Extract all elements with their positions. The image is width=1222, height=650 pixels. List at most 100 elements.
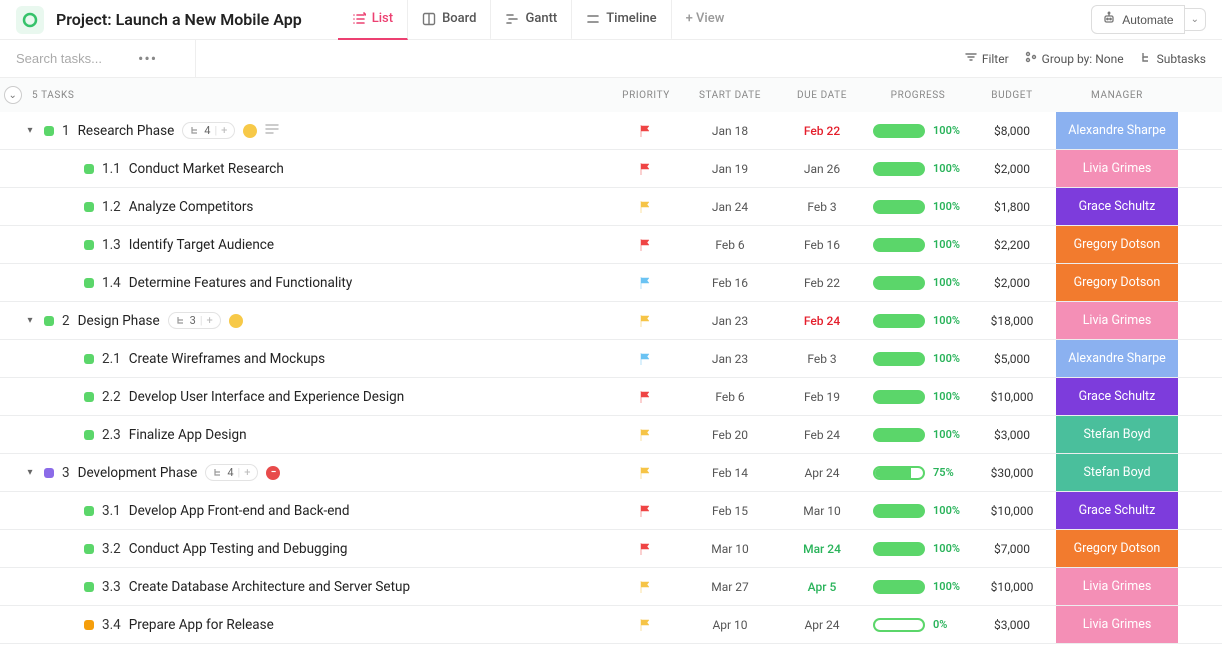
plus-icon[interactable]: + [244,466,250,479]
manager-cell[interactable]: Grace Schultz [1056,378,1178,415]
plus-icon[interactable]: + [221,124,227,137]
status-square[interactable] [84,278,94,288]
budget-cell[interactable]: $1,800 [968,200,1056,214]
view-tab-timeline[interactable]: Timeline [572,0,671,40]
budget-cell[interactable]: $5,000 [968,352,1056,366]
status-square[interactable] [84,392,94,402]
priority-cell[interactable] [608,276,684,290]
subtask-count-pill[interactable]: 4|+ [182,122,235,139]
status-square[interactable] [84,240,94,250]
priority-cell[interactable] [608,580,684,594]
status-square[interactable] [84,430,94,440]
toolbar-subtasks[interactable]: Subtasks [1140,51,1206,66]
task-name[interactable]: Determine Features and Functionality [129,275,352,291]
priority-cell[interactable] [608,428,684,442]
caret-down-icon[interactable]: ▾ [24,125,36,136]
view-tab-board[interactable]: Board [408,0,491,40]
priority-cell[interactable] [608,314,684,328]
col-budget[interactable]: BUDGET [968,90,1056,101]
progress-cell[interactable]: 75% [868,466,968,480]
manager-cell[interactable]: Alexandre Sharpe [1056,340,1178,377]
budget-cell[interactable]: $3,000 [968,618,1056,632]
priority-cell[interactable] [608,200,684,214]
budget-cell[interactable]: $10,000 [968,580,1056,594]
budget-cell[interactable]: $10,000 [968,504,1056,518]
col-due[interactable]: DUE DATE [776,90,868,101]
automate-dropdown[interactable]: ⌄ [1185,8,1206,31]
task-row[interactable]: 2.1Create Wireframes and Mockups Jan 23F… [0,340,1222,378]
status-square[interactable] [44,468,54,478]
task-name[interactable]: Research Phase [78,123,175,139]
progress-cell[interactable]: 100% [868,276,968,290]
manager-cell[interactable]: Gregory Dotson [1056,264,1178,301]
due-date[interactable]: Feb 3 [776,200,868,214]
task-row[interactable]: ▾3Development Phase4|+− Feb 14Apr 2475%$… [0,454,1222,492]
budget-cell[interactable]: $7,000 [968,542,1056,556]
start-date[interactable]: Feb 14 [684,466,776,480]
col-manager[interactable]: MANAGER [1056,90,1178,101]
task-name[interactable]: Prepare App for Release [129,617,274,633]
task-name[interactable]: Finalize App Design [129,427,247,443]
toolbar-group-by[interactable]: Group by: None [1025,51,1124,66]
toolbar-filter[interactable]: Filter [965,51,1009,66]
task-row[interactable]: 1.2Analyze Competitors Jan 24Feb 3100%$1… [0,188,1222,226]
status-square[interactable] [84,582,94,592]
status-square[interactable] [44,316,54,326]
progress-cell[interactable]: 100% [868,428,968,442]
due-date[interactable]: Apr 24 [776,618,868,632]
manager-cell[interactable]: Livia Grimes [1056,568,1178,605]
manager-cell[interactable]: Livia Grimes [1056,150,1178,187]
status-square[interactable] [84,620,94,630]
start-date[interactable]: Jan 24 [684,200,776,214]
task-row[interactable]: 1.4Determine Features and Functionality … [0,264,1222,302]
progress-cell[interactable]: 100% [868,200,968,214]
progress-cell[interactable]: 100% [868,580,968,594]
due-date[interactable]: Feb 22 [776,124,868,138]
task-row[interactable]: 3.2Conduct App Testing and Debugging Mar… [0,530,1222,568]
view-tab-add[interactable]: + View [672,0,739,40]
col-progress[interactable]: PROGRESS [868,90,968,101]
priority-cell[interactable] [608,542,684,556]
task-row[interactable]: 2.3Finalize App Design Feb 20Feb 24100%$… [0,416,1222,454]
status-square[interactable] [84,544,94,554]
task-name[interactable]: Design Phase [78,313,160,329]
view-tab-gantt[interactable]: Gantt [491,0,572,40]
due-date[interactable]: Feb 16 [776,238,868,252]
priority-cell[interactable] [608,124,684,138]
task-name[interactable]: Develop User Interface and Experience De… [129,389,404,405]
progress-cell[interactable]: 100% [868,352,968,366]
task-name[interactable]: Development Phase [78,465,198,481]
task-name[interactable]: Conduct App Testing and Debugging [129,541,348,557]
progress-cell[interactable]: 100% [868,124,968,138]
progress-cell[interactable]: 100% [868,238,968,252]
task-name[interactable]: Develop App Front-end and Back-end [129,503,350,519]
start-date[interactable]: Mar 27 [684,580,776,594]
caret-down-icon[interactable]: ▾ [24,315,36,326]
manager-cell[interactable]: Gregory Dotson [1056,530,1178,567]
start-date[interactable]: Feb 16 [684,276,776,290]
task-name[interactable]: Create Database Architecture and Server … [129,579,410,595]
due-date[interactable]: Feb 19 [776,390,868,404]
task-row[interactable]: 3.3Create Database Architecture and Serv… [0,568,1222,606]
progress-cell[interactable]: 100% [868,390,968,404]
progress-cell[interactable]: 0% [868,618,968,632]
budget-cell[interactable]: $30,000 [968,466,1056,480]
task-row[interactable]: 1.1Conduct Market Research Jan 19Jan 261… [0,150,1222,188]
col-start[interactable]: START DATE [684,90,776,101]
start-date[interactable]: Jan 19 [684,162,776,176]
task-name[interactable]: Analyze Competitors [129,199,254,215]
manager-cell[interactable]: Alexandre Sharpe [1056,112,1178,149]
progress-cell[interactable]: 100% [868,162,968,176]
priority-cell[interactable] [608,390,684,404]
start-date[interactable]: Feb 6 [684,390,776,404]
start-date[interactable]: Jan 18 [684,124,776,138]
budget-cell[interactable]: $10,000 [968,390,1056,404]
start-date[interactable]: Apr 10 [684,618,776,632]
manager-cell[interactable]: Grace Schultz [1056,188,1178,225]
due-date[interactable]: Mar 10 [776,504,868,518]
due-date[interactable]: Jan 26 [776,162,868,176]
budget-cell[interactable]: $2,000 [968,276,1056,290]
manager-cell[interactable]: Livia Grimes [1056,302,1178,339]
priority-cell[interactable] [608,352,684,366]
due-date[interactable]: Mar 24 [776,542,868,556]
